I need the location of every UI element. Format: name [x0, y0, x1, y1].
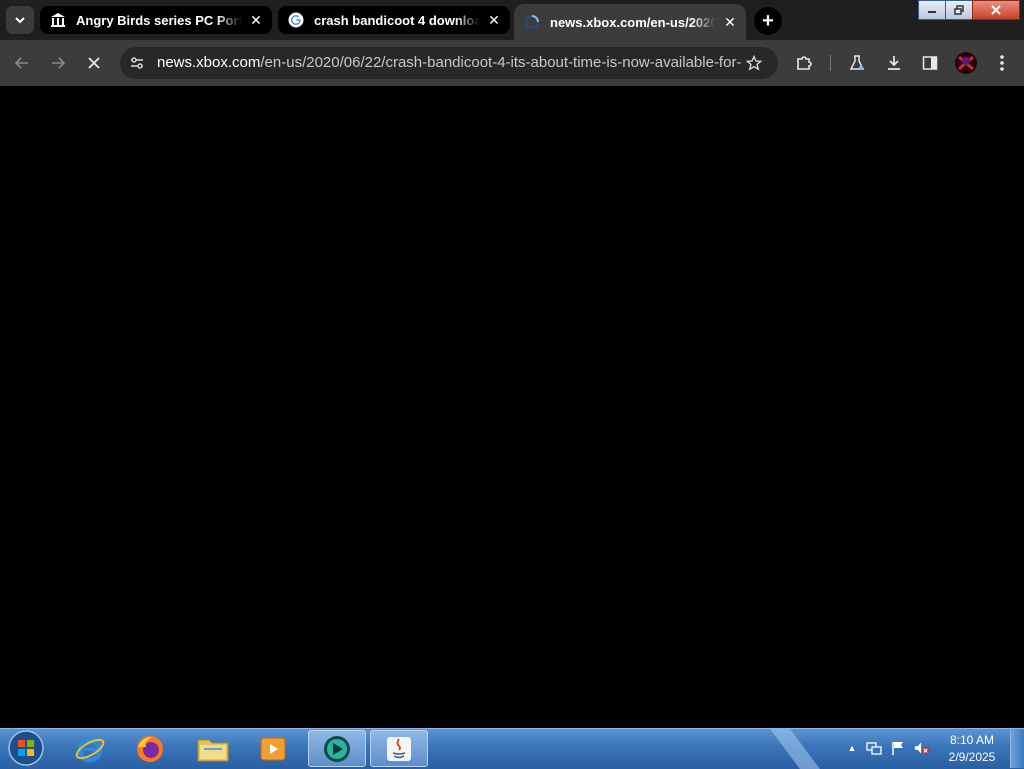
file-explorer-icon — [197, 739, 229, 761]
chrome-app-icon — [324, 735, 350, 762]
internet-explorer-icon — [75, 737, 105, 762]
taskbar-java[interactable] — [370, 730, 428, 767]
close-icon[interactable]: ✕ — [246, 10, 266, 30]
close-window-button[interactable] — [972, 0, 1020, 20]
taskbar-media-player[interactable] — [245, 730, 301, 767]
tab-title: Angry Birds series PC Ports : Re — [76, 12, 242, 28]
volume-muted-icon[interactable] — [914, 740, 930, 756]
taskbar-file-explorer[interactable] — [185, 730, 241, 767]
close-icon[interactable]: ✕ — [720, 12, 740, 32]
side-panel-button[interactable] — [916, 49, 944, 77]
star-icon — [746, 55, 762, 71]
site-info-button[interactable] — [128, 54, 146, 72]
profile-button[interactable] — [952, 49, 980, 77]
url-text[interactable]: news.xbox.com/en-us/2020/06/22/crash-ban… — [157, 54, 742, 72]
clock-time: 8:10 AM — [949, 733, 995, 747]
arrow-right-icon — [52, 57, 66, 69]
system-clock[interactable]: 8:10 AM 2/9/2025 — [936, 732, 1008, 766]
tab-xbox-news[interactable]: news.xbox.com/en-us/2020/06/ ✕ — [514, 4, 746, 40]
media-player-icon — [260, 737, 286, 760]
archive-building-icon — [50, 12, 66, 28]
taskbar-internet-explorer[interactable] — [62, 730, 118, 767]
chevron-down-icon — [15, 17, 25, 24]
restore-button[interactable] — [945, 0, 973, 20]
firefox-icon — [137, 735, 163, 762]
flask-icon — [849, 55, 865, 70]
bookmark-star-button[interactable] — [744, 53, 764, 73]
close-icon — [88, 57, 100, 69]
extensions-button[interactable] — [790, 49, 818, 77]
new-tab-button[interactable]: + — [754, 7, 782, 35]
tab-search-button[interactable] — [6, 6, 34, 34]
puzzle-icon — [797, 56, 812, 70]
java-icon — [387, 736, 411, 761]
forward-button[interactable] — [44, 49, 72, 77]
network-icon[interactable] — [866, 740, 882, 756]
chrome-menu-button[interactable] — [988, 49, 1016, 77]
url-host: news.xbox.com — [157, 54, 261, 71]
download-icon — [888, 56, 900, 70]
tab-title: news.xbox.com/en-us/2020/06/ — [550, 14, 716, 30]
arrow-left-icon — [14, 57, 28, 69]
show-hidden-icons-button[interactable]: ▲ — [844, 740, 860, 756]
tab-title: crash bandicoot 4 download - G — [314, 12, 480, 28]
labs-button[interactable] — [843, 49, 871, 77]
clock-date: 2/9/2025 — [948, 750, 996, 764]
url-path: /en-us/2020/06/22/crash-bandicoot-4-its-… — [260, 54, 742, 71]
close-icon[interactable]: ✕ — [484, 10, 504, 30]
downloads-button[interactable] — [880, 49, 908, 77]
avatar — [955, 52, 977, 74]
tab-angry-birds[interactable]: Angry Birds series PC Ports : Re ✕ — [40, 6, 272, 34]
minimize-icon — [928, 11, 936, 13]
restore-icon — [954, 5, 964, 15]
taskbar-glare — [770, 729, 820, 769]
show-desktop-button[interactable] — [1010, 729, 1024, 768]
action-center-flag-icon[interactable] — [890, 740, 906, 756]
start-orb-icon — [8, 730, 44, 766]
taskbar-chrome[interactable] — [308, 730, 366, 767]
more-vertical-icon — [1000, 55, 1004, 71]
google-g-icon — [288, 12, 304, 28]
minimize-button[interactable] — [918, 0, 946, 20]
side-panel-icon — [922, 56, 938, 70]
taskbar-firefox[interactable] — [122, 730, 178, 767]
stop-loading-button[interactable] — [80, 49, 108, 77]
tune-icon — [131, 57, 143, 69]
tab-crash-bandicoot-search[interactable]: crash bandicoot 4 download - G ✕ — [278, 6, 510, 34]
page-content[interactable] — [0, 86, 1024, 728]
start-button[interactable] — [6, 729, 46, 767]
toolbar-separator — [830, 55, 831, 71]
loading-spinner-icon — [524, 14, 540, 30]
back-button[interactable] — [8, 49, 36, 77]
close-icon — [991, 5, 1001, 15]
